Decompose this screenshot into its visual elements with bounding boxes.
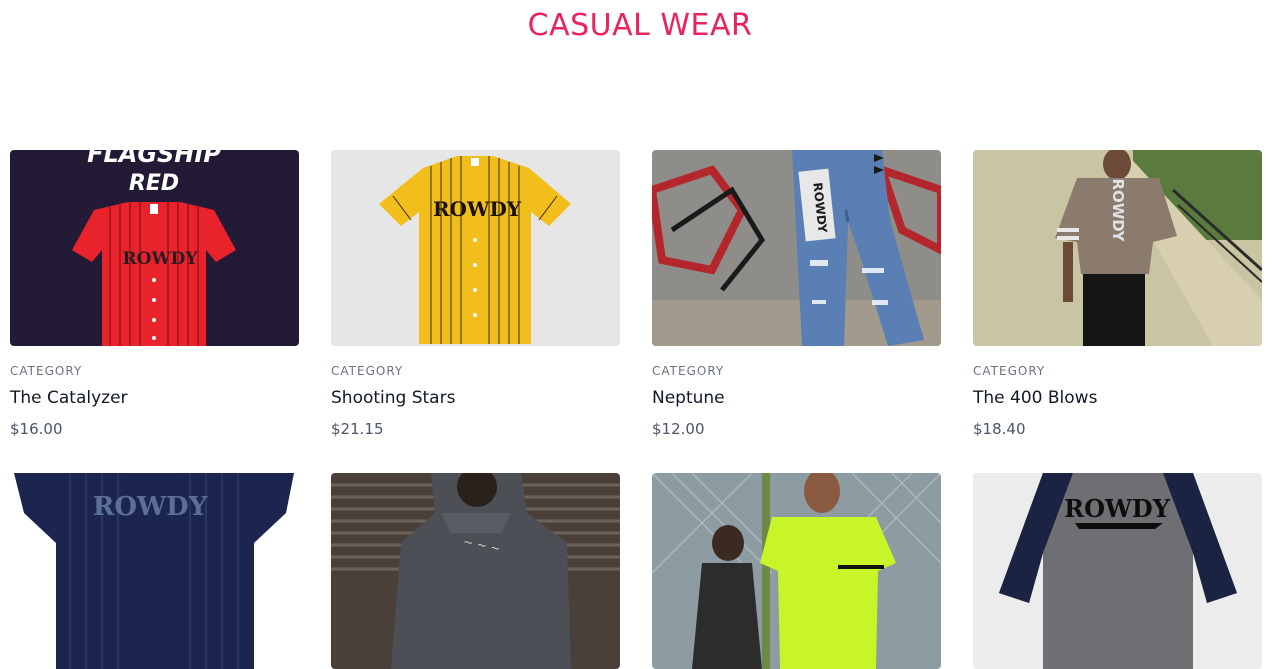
- product-name[interactable]: Neptune: [652, 388, 725, 408]
- product-price: $21.15: [331, 420, 384, 438]
- product-card[interactable]: FLAGSHIP RED ROWDY CATEGORY The Catalyze…: [10, 150, 299, 438]
- product-category: CATEGORY: [331, 364, 404, 378]
- product-image[interactable]: FLAGSHIP RED ROWDY: [10, 150, 299, 346]
- svg-text:ROWDY: ROWDY: [93, 492, 208, 522]
- product-name[interactable]: Shooting Stars: [331, 388, 455, 408]
- product-image[interactable]: ~ ~ ~: [331, 473, 620, 669]
- product-card[interactable]: ROWDY: [973, 473, 1262, 669]
- svg-text:FLAGSHIP: FLAGSHIP: [87, 150, 221, 168]
- product-card[interactable]: [652, 473, 941, 669]
- section-title: CASUAL WEAR: [527, 8, 753, 43]
- product-category: CATEGORY: [973, 364, 1046, 378]
- product-image[interactable]: ROWDY: [973, 473, 1262, 669]
- product-card[interactable]: ~ ~ ~: [331, 473, 620, 669]
- product-card[interactable]: ROWDY CATEGORY Shooting Stars $21.15: [331, 150, 620, 438]
- product-image[interactable]: ROWDY: [331, 150, 620, 346]
- product-card[interactable]: ROWDY CATEGORY Neptune $12.00: [652, 150, 941, 438]
- product-card[interactable]: ROWDY CATEGORY The 400 Blows $18.40: [973, 150, 1262, 438]
- product-price: $12.00: [652, 420, 705, 438]
- product-category: CATEGORY: [652, 364, 725, 378]
- product-category: CATEGORY: [10, 364, 83, 378]
- product-price: $16.00: [10, 420, 63, 438]
- product-name[interactable]: The Catalyzer: [10, 388, 128, 408]
- product-card[interactable]: ROWDY: [10, 473, 299, 669]
- product-image[interactable]: [652, 473, 941, 669]
- product-name[interactable]: The 400 Blows: [973, 388, 1097, 408]
- svg-text:ROWDY: ROWDY: [123, 249, 199, 269]
- svg-text:ROWDY: ROWDY: [1064, 494, 1171, 523]
- product-image[interactable]: ROWDY: [652, 150, 941, 346]
- svg-text:ROWDY: ROWDY: [433, 197, 522, 221]
- svg-text:ROWDY: ROWDY: [1109, 178, 1127, 242]
- product-price: $18.40: [973, 420, 1026, 438]
- product-image[interactable]: ROWDY: [10, 473, 299, 669]
- product-image[interactable]: ROWDY: [973, 150, 1262, 346]
- svg-text:RED: RED: [129, 171, 179, 196]
